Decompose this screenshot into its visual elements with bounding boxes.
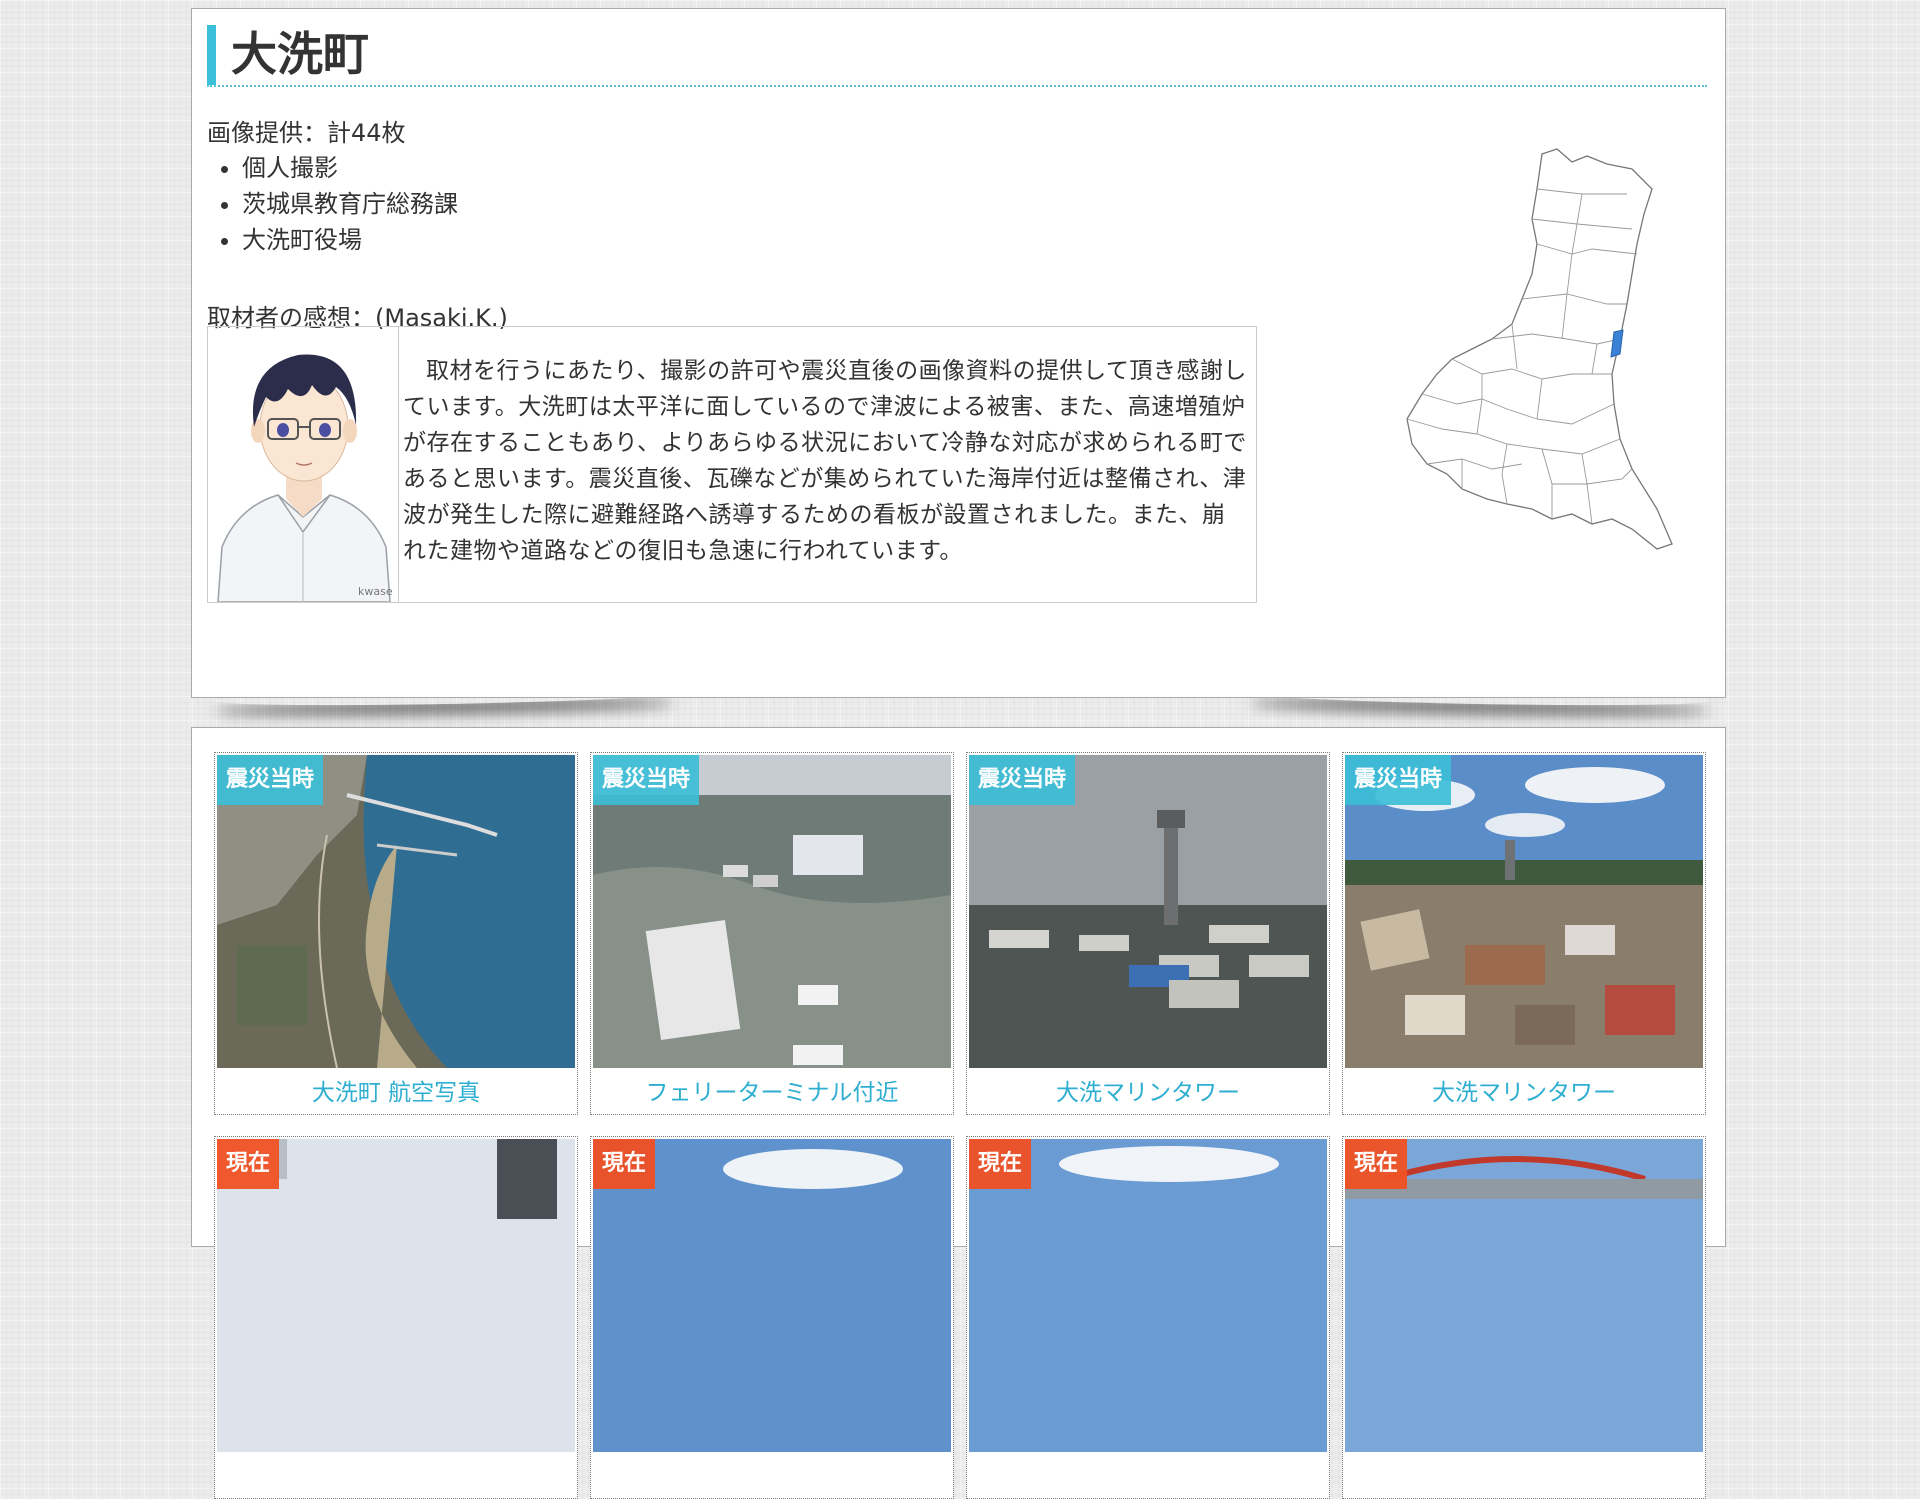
badge-disaster: 震災当時 [217, 755, 324, 805]
photo-card[interactable]: 現在 [214, 1136, 578, 1499]
town-info-panel: 大洗町 画像提供：計44枚 個人撮影 茨城県教育庁総務課 大洗町役場 取材者の感… [191, 8, 1726, 698]
badge-current: 現在 [1345, 1139, 1408, 1189]
avatar-signature: kwase [358, 585, 393, 598]
photo-card[interactable]: 現在 [966, 1136, 1330, 1499]
photo-card[interactable]: 現在 [590, 1136, 954, 1499]
badge-disaster: 震災当時 [1345, 755, 1452, 805]
ibaraki-map [1382, 134, 1732, 594]
credit-item: 個人撮影 [242, 150, 458, 186]
photo-caption[interactable]: 大洗マリンタワー [967, 1070, 1329, 1114]
photo-card[interactable]: 震災当時 フェリーターミナル付近 [590, 752, 954, 1115]
page-title: 大洗町 [231, 27, 369, 81]
badge-disaster: 震災当時 [969, 755, 1076, 805]
badge-current: 現在 [217, 1139, 280, 1189]
photo-card[interactable]: 震災当時 大洗マリンタワー [1342, 752, 1706, 1115]
credit-item: 茨城県教育庁総務課 [242, 186, 458, 222]
photo-card[interactable]: 震災当時 大洗町 航空写真 [214, 752, 578, 1115]
photo-caption[interactable]: 大洗マリンタワー [1343, 1070, 1705, 1114]
title-accent-bar [207, 25, 216, 85]
credits-list: 個人撮影 茨城県教育庁総務課 大洗町役場 [207, 150, 458, 258]
credit-item: 大洗町役場 [242, 222, 458, 258]
photo-card[interactable]: 現在 [1342, 1136, 1706, 1499]
photo-card[interactable]: 震災当時 大洗マリンタワー [966, 752, 1330, 1115]
review-text: 取材を行うにあたり、撮影の許可や震災直後の画像資料の提供して頂き感謝しています。… [403, 358, 1247, 564]
reviewer-avatar: kwase [208, 327, 399, 602]
title-section: 大洗町 [207, 25, 1707, 87]
photo-caption[interactable]: フェリーターミナル付近 [591, 1070, 953, 1114]
badge-current: 現在 [969, 1139, 1032, 1189]
photo-gallery: 震災当時 大洗町 航空写真 震災当時 フェリーターミナル付近 震災当時 大洗マリ… [191, 727, 1726, 1499]
badge-current: 現在 [593, 1139, 656, 1189]
reviewer-portrait-icon: kwase [217, 354, 393, 602]
credits-heading: 画像提供：計44枚 [207, 119, 406, 147]
badge-disaster: 震災当時 [593, 755, 700, 805]
photo-caption[interactable]: 大洗町 航空写真 [215, 1070, 577, 1114]
prefecture-map-icon [1406, 148, 1673, 550]
review-box: kwase 取材を行うにあたり、撮影の許可や震災直後の画像資料の提供して頂き感謝… [207, 326, 1257, 603]
